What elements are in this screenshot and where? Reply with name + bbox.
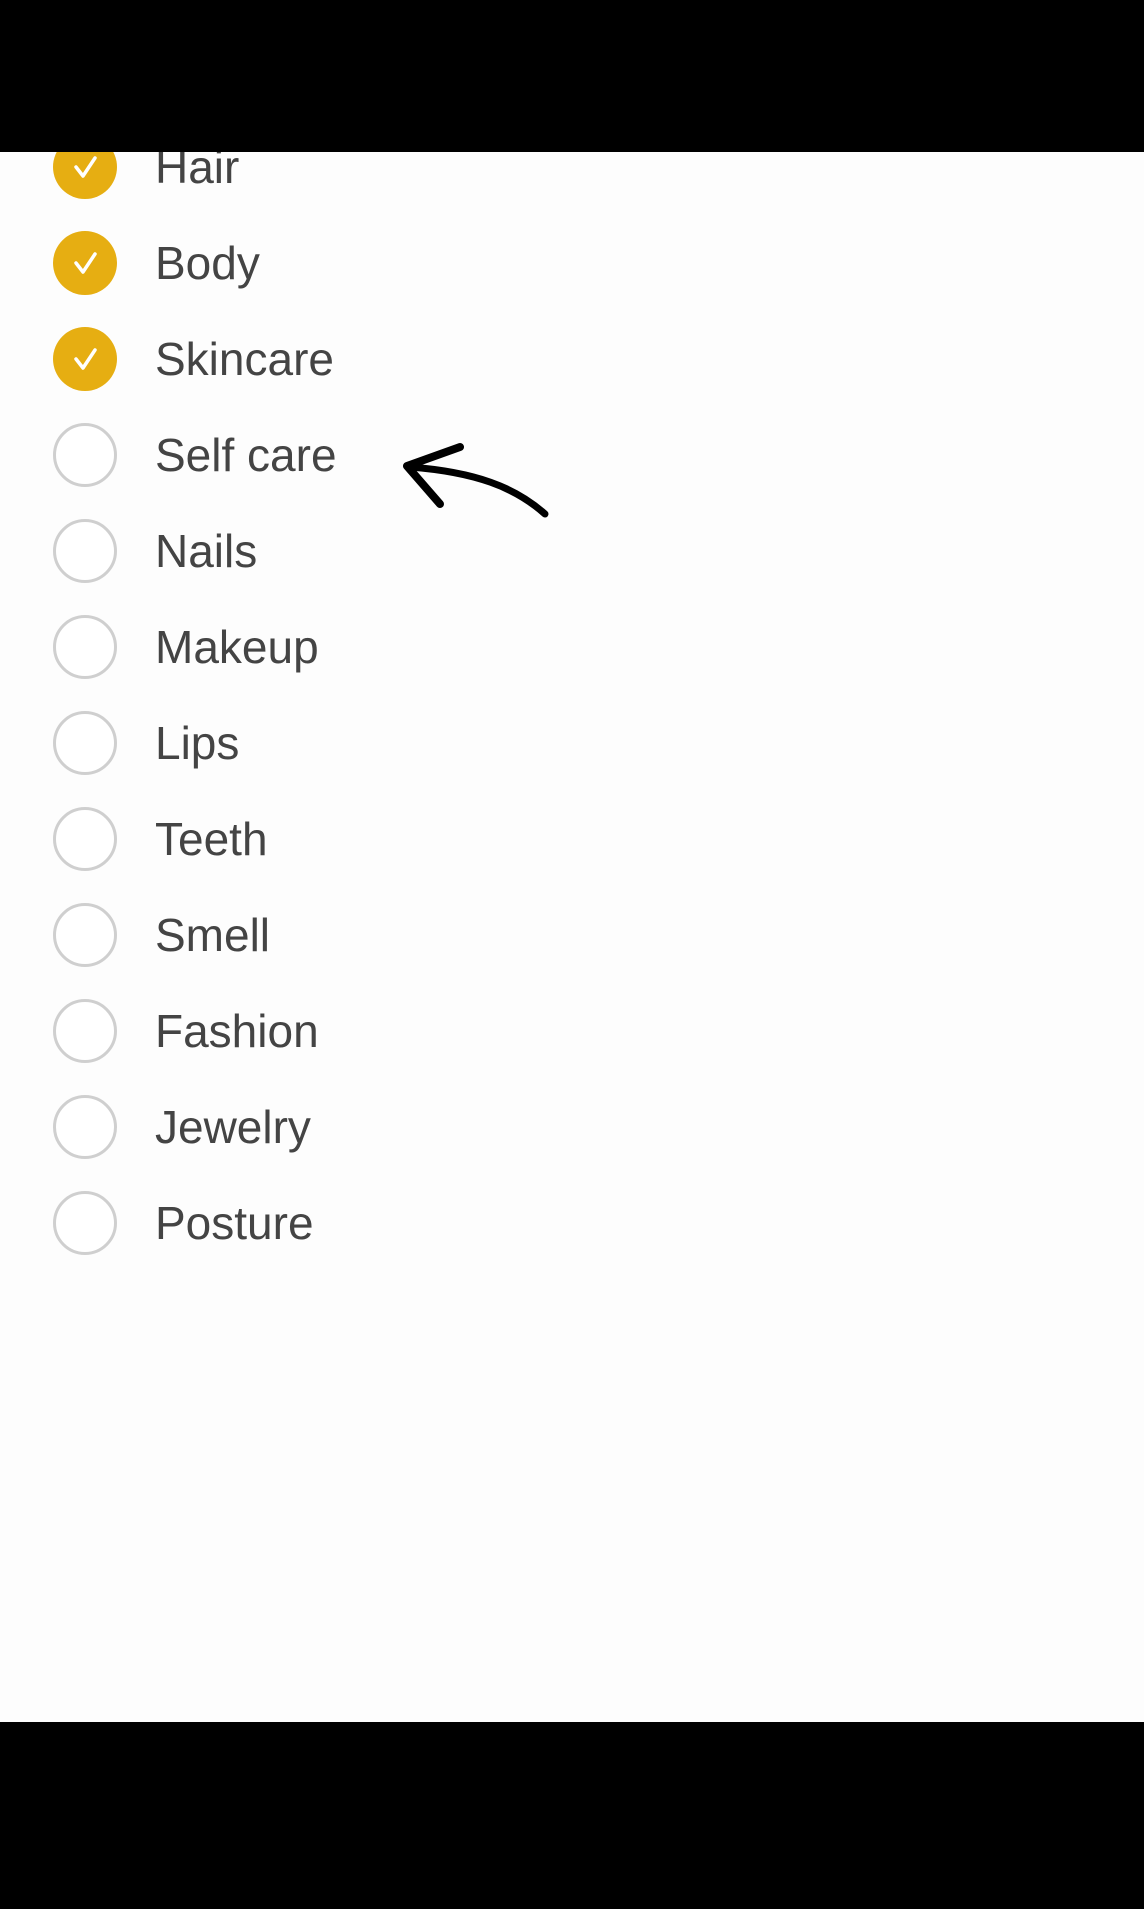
top-black-bar [0,0,1144,152]
checkmark-icon [74,348,97,370]
checklist-item-label: Makeup [155,621,319,673]
unchecked-circle-icon[interactable] [53,1095,117,1159]
checkmark-icon [74,252,97,274]
checklist-item[interactable]: Smell [0,887,1144,983]
hand-drawn-arrow-icon [403,443,549,518]
checklist-item[interactable]: Body [0,215,1144,311]
unchecked-circle-icon[interactable] [53,615,117,679]
checklist-item-label: Lips [155,717,240,769]
checklist-item[interactable]: Jewelry [0,1079,1144,1175]
checked-circle-icon[interactable] [53,231,117,295]
checklist-item[interactable]: Teeth [0,791,1144,887]
bottom-black-bar [0,1722,1144,1909]
checklist-item[interactable]: Makeup [0,599,1144,695]
checklist-item[interactable]: Lips [0,695,1144,791]
checklist-item[interactable]: Hair [0,152,1144,215]
checklist-item-label: Fashion [155,1005,319,1057]
checklist-item-label: Hair [155,152,240,193]
unchecked-circle-icon[interactable] [53,999,117,1063]
checklist-item-label: Skincare [155,333,334,385]
checked-circle-icon[interactable] [53,152,117,199]
checkmark-icon [74,156,97,178]
checklist-item-label: Jewelry [155,1101,311,1153]
checklist-item-label: Teeth [155,813,268,865]
checklist: Hair Body Skincare Self care Nails Makeup Lips… [0,152,1144,1271]
checklist-item-label: Posture [155,1197,314,1249]
checklist-item[interactable]: Fashion [0,983,1144,1079]
unchecked-circle-icon[interactable] [53,903,117,967]
unchecked-circle-icon[interactable] [53,423,117,487]
unchecked-circle-icon[interactable] [53,519,117,583]
checklist-item-label: Smell [155,909,271,961]
unchecked-circle-icon[interactable] [53,711,117,775]
checklist-item-label: Body [155,237,260,289]
checklist-item-label: Nails [155,525,258,577]
checklist-item[interactable]: Self care [0,407,1144,503]
checklist-item[interactable]: Skincare [0,311,1144,407]
unchecked-circle-icon[interactable] [53,807,117,871]
checklist-item[interactable]: Nails [0,503,1144,599]
unchecked-circle-icon[interactable] [53,1191,117,1255]
checklist-item[interactable]: Posture [0,1175,1144,1271]
checked-circle-icon[interactable] [53,327,117,391]
checklist-screen: Hair Body Skincare Self care Nails Makeup Lips… [0,152,1144,1722]
checklist-item-label: Self care [155,429,337,481]
